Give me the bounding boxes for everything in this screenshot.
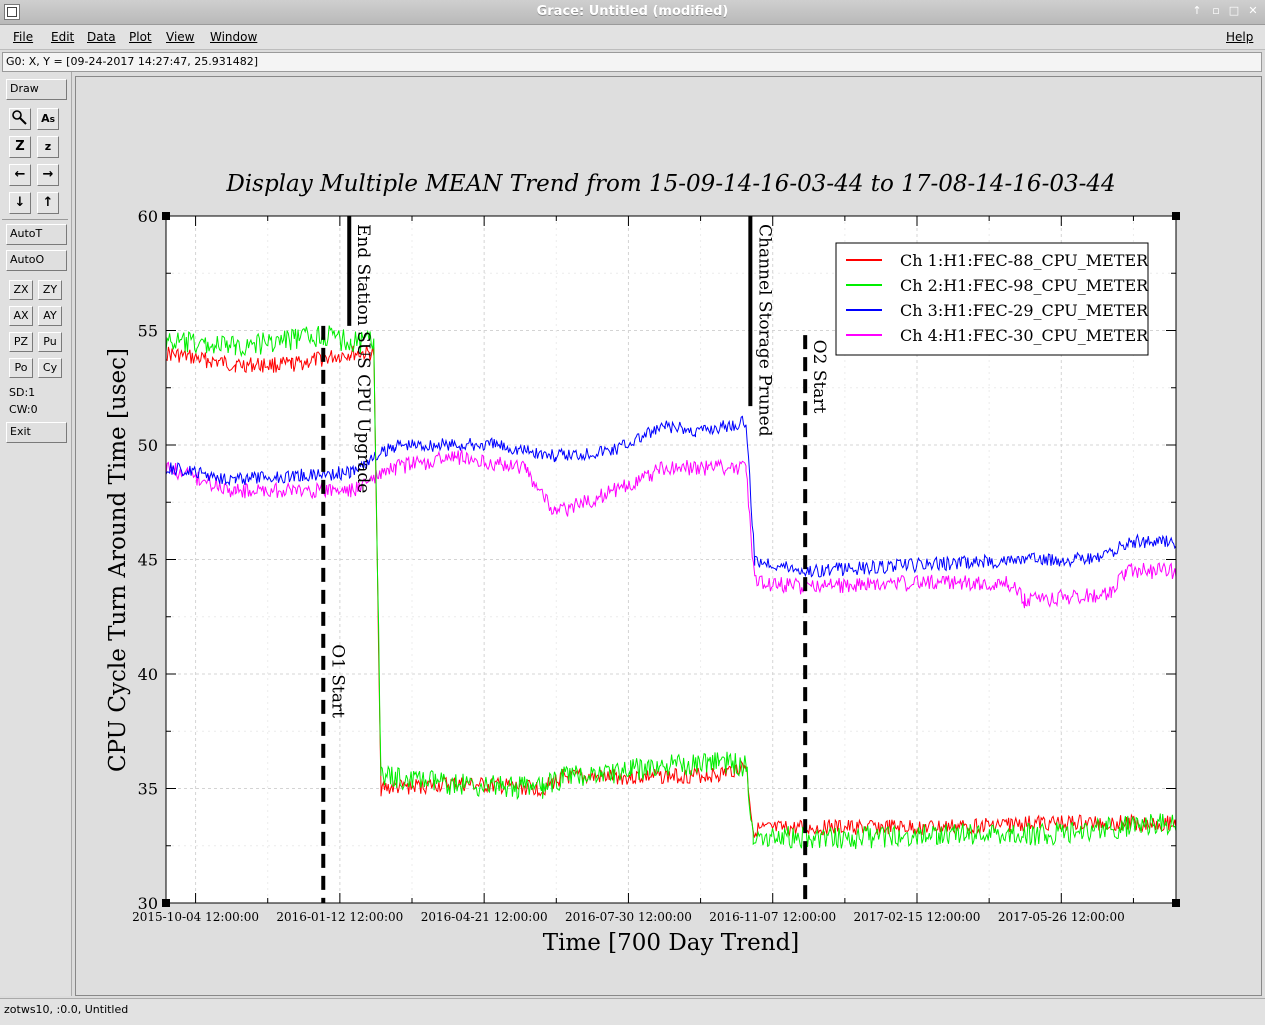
event-label: O1 Start (327, 644, 347, 718)
tool-panel: Draw As Z z ← → ↓ ↑ AutoT AutoO ZX ZY AX… (0, 72, 72, 996)
event-label: O2 Start (809, 340, 829, 414)
menu-plot[interactable]: Plot (129, 30, 152, 44)
chart-title: Display Multiple MEAN Trend from 15-09-1… (225, 171, 1115, 197)
chart-legend: Ch 1:H1:FEC-88_CPU_METER Ch 2:H1:FEC-98_C… (835, 242, 1149, 356)
ay-button[interactable]: AY (38, 306, 62, 326)
x-tick-label: 2016-04-21 12:00:00 (421, 910, 548, 924)
y-tick-label: 60 (138, 207, 158, 226)
ax-button[interactable]: AX (9, 306, 33, 326)
pz-button[interactable]: PZ (9, 332, 33, 352)
trend-chart[interactable]: O1 Start End Station SUS CPU Upgrade Chann… (76, 77, 1261, 995)
event-label: End Station SUS CPU Upgrade (353, 224, 373, 493)
menu-help[interactable]: Help (1226, 30, 1253, 44)
y-axis-label: CPU Cycle Turn Around Time [usec] (105, 348, 131, 772)
status-bar: zotws10, :0.0, Untitled (0, 998, 1265, 1025)
zx-button[interactable]: ZX (9, 280, 33, 300)
x-axis-label: Time [700 Day Trend] (543, 930, 800, 956)
po-button[interactable]: Po (9, 358, 33, 378)
menu-window[interactable]: Window (210, 30, 257, 44)
cy-button[interactable]: Cy (38, 358, 62, 378)
arrow-down-icon[interactable]: ↓ (9, 192, 31, 214)
minimize-icon[interactable]: ▫ (1208, 3, 1224, 19)
pin-icon[interactable]: ↑ (1189, 3, 1205, 19)
arrow-left-icon[interactable]: ← (9, 164, 31, 186)
y-tick-label: 35 (138, 780, 158, 799)
menu-edit[interactable]: Edit (51, 30, 74, 44)
locator-text: G0: X, Y = [09-24-2017 14:27:47, 25.9314… (6, 55, 259, 68)
x-tick-label: 2016-07-30 12:00:00 (565, 910, 692, 924)
x-tick-label: 2017-02-15 12:00:00 (854, 910, 981, 924)
x-tick-label: 2017-05-26 12:00:00 (998, 910, 1125, 924)
y-tick-label: 55 (138, 322, 158, 341)
autot-button[interactable]: AutoT (6, 224, 67, 245)
zoom-magnifier-icon[interactable] (9, 108, 31, 130)
pu-button[interactable]: Pu (38, 332, 62, 352)
plot-canvas[interactable]: O1 Start End Station SUS CPU Upgrade Chann… (75, 76, 1262, 996)
cw-label: CW:0 (9, 403, 38, 416)
y-tick-label: 40 (138, 665, 158, 684)
exit-button[interactable]: Exit (6, 422, 67, 443)
menu-view[interactable]: View (166, 30, 194, 44)
menubar: File Edit Data Plot View Window Help (0, 25, 1265, 50)
autoo-button[interactable]: AutoO (6, 250, 67, 271)
text-tool-icon[interactable]: As (37, 108, 59, 130)
y-tick-label: 50 (138, 436, 158, 455)
legend-entry: Ch 4:H1:FEC-30_CPU_METER (900, 326, 1149, 345)
window-title: Grace: Untitled (modified) (536, 4, 729, 19)
menu-data[interactable]: Data (87, 30, 116, 44)
maximize-icon[interactable]: □ (1226, 3, 1242, 19)
zoom-in-icon[interactable]: Z (9, 136, 31, 158)
legend-entry: Ch 1:H1:FEC-88_CPU_METER (900, 251, 1149, 270)
window-titlebar[interactable]: Grace: Untitled (modified) ↑ ▫ □ ✕ (0, 0, 1265, 25)
status-text: zotws10, :0.0, Untitled (4, 1003, 129, 1016)
locator-bar: G0: X, Y = [09-24-2017 14:27:47, 25.9314… (2, 52, 1262, 72)
event-label: Channel Storage Pruned (754, 224, 774, 437)
close-icon[interactable]: ✕ (1245, 3, 1261, 19)
legend-entry: Ch 3:H1:FEC-29_CPU_METER (900, 301, 1149, 320)
zy-button[interactable]: ZY (38, 280, 62, 300)
y-tick-label: 45 (138, 551, 158, 570)
legend-entry: Ch 2:H1:FEC-98_CPU_METER (900, 276, 1149, 295)
tool-divider (2, 219, 68, 220)
arrow-up-icon[interactable]: ↑ (37, 192, 59, 214)
zoom-out-icon[interactable]: z (37, 136, 59, 158)
sd-label: SD:1 (9, 386, 36, 399)
x-tick-label: 2016-11-07 12:00:00 (709, 910, 836, 924)
menu-file[interactable]: File (13, 30, 33, 44)
draw-button[interactable]: Draw (6, 79, 67, 100)
arrow-right-icon[interactable]: → (37, 164, 59, 186)
x-tick-label: 2016-01-12 12:00:00 (276, 910, 403, 924)
x-tick-label: 2015-10-04 12:00:00 (132, 910, 259, 924)
